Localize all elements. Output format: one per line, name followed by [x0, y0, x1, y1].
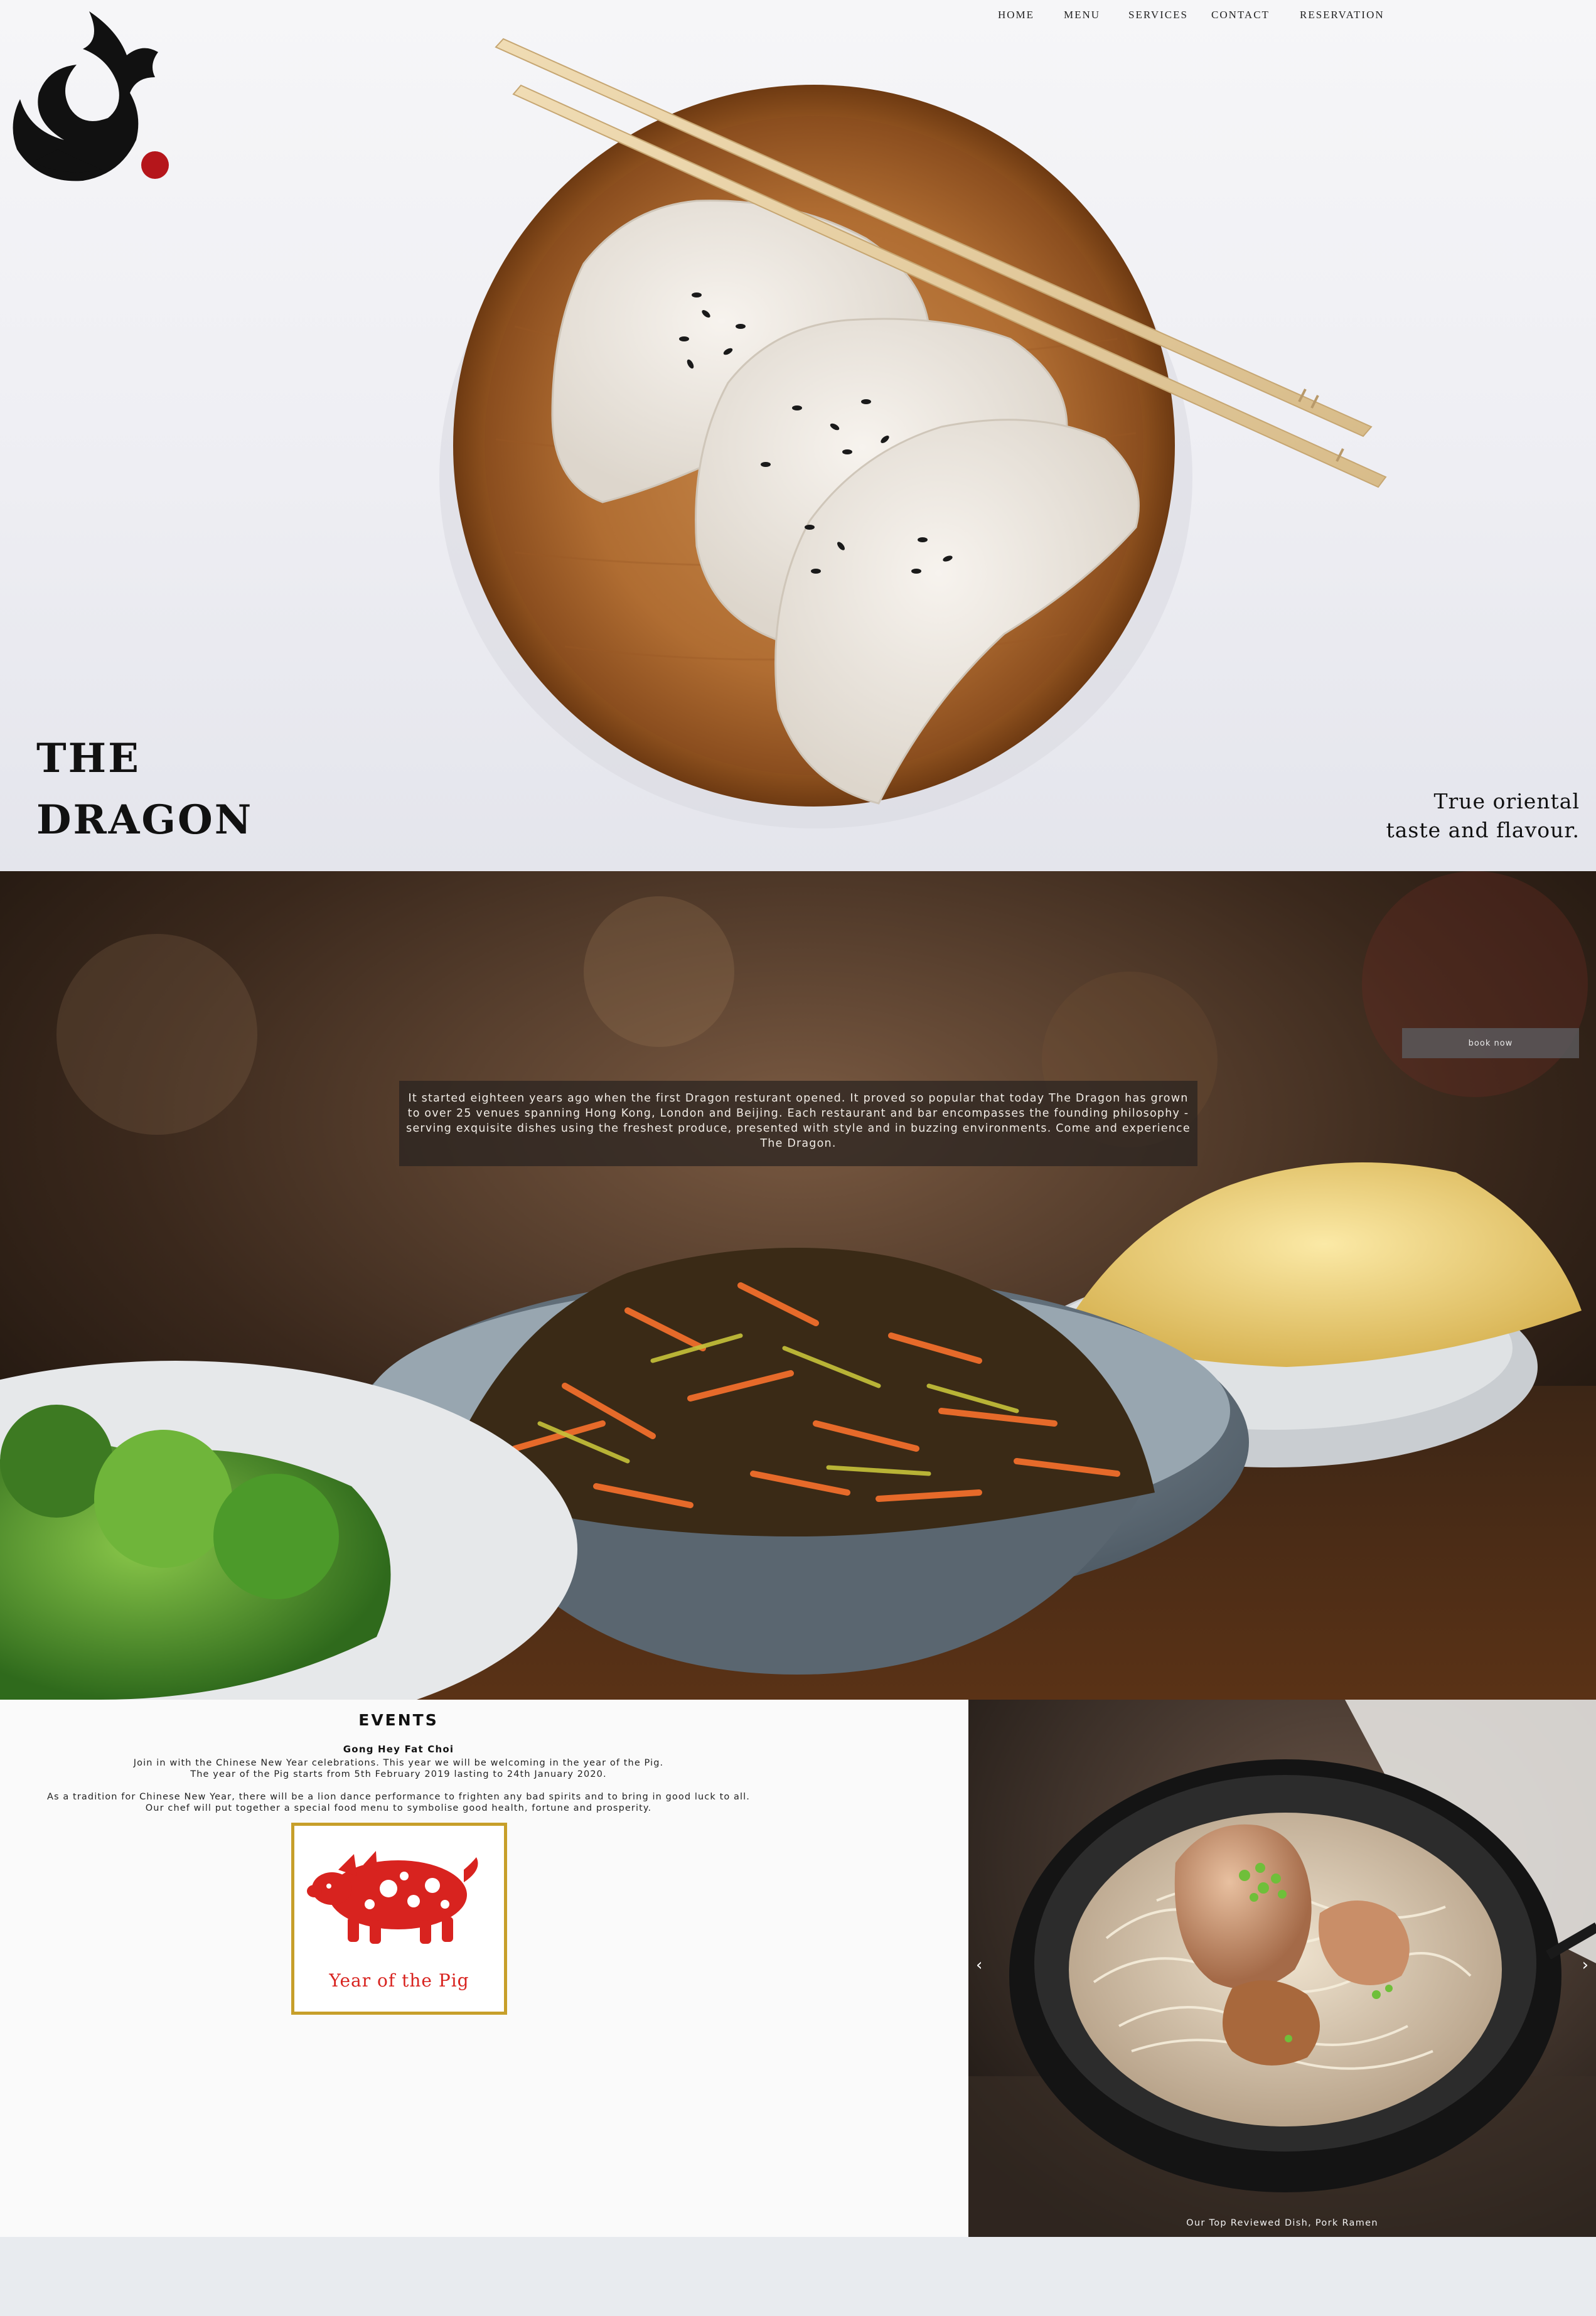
chevron-left-icon[interactable]: ‹ — [976, 1956, 982, 1975]
tagline-line-1: True oriental — [1433, 789, 1580, 813]
pig-card-label: Year of the Pig — [329, 1970, 469, 1991]
events-subtitle: Gong Hey Fat Choi — [343, 1744, 454, 1755]
events-p1-line1: Join in with the Chinese New Year celebr… — [133, 1758, 664, 1768]
about-section: book now It started eighteen years ago w… — [0, 871, 1596, 1700]
book-now-button[interactable]: book now — [1402, 1028, 1579, 1058]
chevron-right-icon[interactable]: › — [1582, 1956, 1588, 1975]
main-nav: HOME MENU SERVICES CONTACT RESERVATION — [0, 9, 1596, 29]
events-body: Join in with the Chinese New Year celebr… — [0, 1757, 797, 1814]
nav-contact[interactable]: CONTACT — [1211, 9, 1270, 21]
tagline-line-2: taste and flavour. — [1386, 818, 1580, 842]
hero-tagline: True oriental taste and flavour. — [1386, 787, 1580, 845]
events-title: EVENTS — [358, 1711, 439, 1729]
hero-section: HOME MENU SERVICES CONTACT RESERVATION T… — [0, 0, 1596, 871]
brand-line-2: DRAGON — [36, 796, 254, 844]
brand-title: THE DRAGON — [36, 728, 253, 851]
nav-services[interactable]: SERVICES — [1128, 9, 1188, 21]
about-text-box: It started eighteen years ago when the f… — [399, 1081, 1197, 1166]
dish-gallery-slider: ‹ › Our Top Reviewed Dish, Pork Ramen — [968, 1700, 1596, 2237]
nav-menu[interactable]: MENU — [1064, 9, 1100, 21]
gallery-caption: Our Top Reviewed Dish, Pork Ramen — [1186, 2218, 1378, 2228]
nav-reservation[interactable]: RESERVATION — [1300, 9, 1384, 21]
vegetable-dishes-image — [0, 871, 1596, 1700]
year-of-the-pig-card: Year of the Pig — [291, 1823, 507, 2015]
nav-home[interactable]: HOME — [998, 9, 1034, 21]
events-p2-line2: Our chef will put together a special foo… — [145, 1803, 652, 1813]
events-section: EVENTS Gong Hey Fat Choi Join in with th… — [0, 1700, 968, 2237]
brand-line-1: THE — [36, 735, 141, 782]
events-p1-line2: The year of the Pig starts from 5th Febr… — [190, 1769, 607, 1779]
page-footer — [0, 2237, 1596, 2316]
dragon-logo-icon[interactable] — [8, 5, 172, 187]
pork-ramen-image — [968, 1700, 1596, 2237]
events-p2-line1: As a tradition for Chinese New Year, the… — [46, 1792, 750, 1802]
